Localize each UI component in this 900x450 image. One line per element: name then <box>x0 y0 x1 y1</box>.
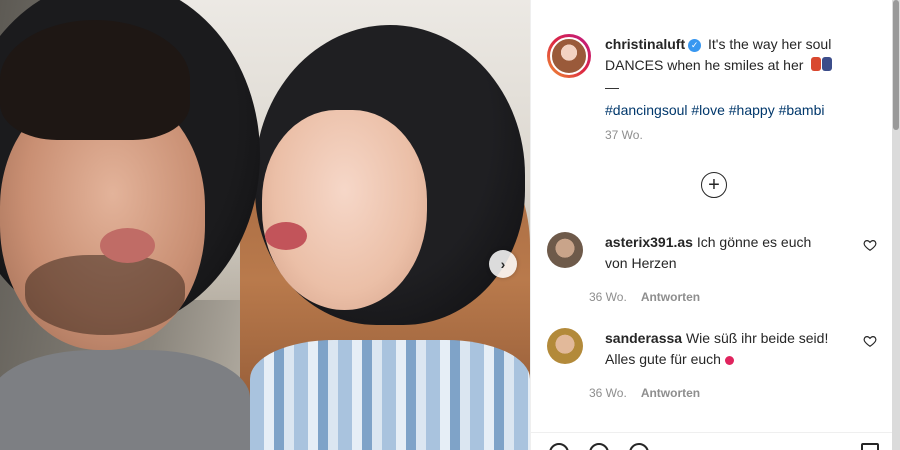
caption-text: christinaluft ✓ It's the way her soul DAN… <box>605 34 833 121</box>
load-more-comments-button[interactable]: + <box>701 172 727 198</box>
comment-username[interactable]: asterix391.as <box>605 234 693 250</box>
author-username[interactable]: christinaluft <box>605 36 685 52</box>
man-lips <box>100 228 155 263</box>
plus-circle-icon: + <box>708 174 720 196</box>
comment-body: sanderassa Wie süß ihr beide seid! Alles… <box>605 328 835 371</box>
comment-item: sanderassa Wie süß ihr beide seid! Alles… <box>547 328 877 371</box>
comment-icon[interactable] <box>589 443 609 450</box>
heart-emoji-icon <box>724 350 735 371</box>
scrollbar[interactable] <box>892 0 900 450</box>
caption-dash: — <box>605 78 619 95</box>
commenter-avatar[interactable] <box>547 328 583 364</box>
heart-outline-icon[interactable] <box>863 238 877 252</box>
author-avatar-image <box>550 37 588 75</box>
reply-button[interactable]: Antworten <box>641 386 700 400</box>
chevron-right-icon: › <box>500 256 506 272</box>
scrollbar-thumb[interactable] <box>893 0 899 130</box>
comment-timestamp: 36 Wo. <box>589 386 627 400</box>
woman-shirt <box>250 340 530 450</box>
comment-item: asterix391.as Ich gönne es euch von Herz… <box>547 232 877 274</box>
commenter-avatar[interactable] <box>547 232 583 268</box>
woman-lips <box>265 222 307 250</box>
heart-outline-icon[interactable] <box>863 334 877 348</box>
comment-meta: 36 Wo. Antworten <box>589 290 700 304</box>
post-caption: christinaluft ✓ It's the way her soul DAN… <box>547 34 867 121</box>
comment-body: asterix391.as Ich gönne es euch von Herz… <box>605 232 835 274</box>
comment-username[interactable]: sanderassa <box>605 330 682 346</box>
post-detail-panel: christinaluft ✓ It's the way her soul DAN… <box>530 0 900 450</box>
verified-badge-icon: ✓ <box>688 38 702 52</box>
heart-icon[interactable] <box>549 443 569 450</box>
share-icon[interactable] <box>629 443 649 450</box>
author-avatar[interactable] <box>547 34 591 78</box>
caption-timestamp: 37 Wo. <box>605 128 643 142</box>
man-beard <box>25 255 185 335</box>
man-hair <box>0 20 190 140</box>
caption-line2: DANCES when he smiles at her <box>605 57 804 73</box>
reply-button[interactable]: Antworten <box>641 290 700 304</box>
post-photo: › <box>0 0 530 450</box>
next-photo-button[interactable]: › <box>489 250 517 278</box>
woman-face <box>262 110 427 310</box>
comment-meta: 36 Wo. Antworten <box>589 386 700 400</box>
bookmark-icon[interactable] <box>861 443 879 450</box>
comment-timestamp: 36 Wo. <box>589 290 627 304</box>
dancer-couple-emoji-icon <box>811 56 833 77</box>
caption-hashtags[interactable]: #dancingsoul #love #happy #bambi <box>605 100 833 121</box>
man-shirt <box>0 350 250 450</box>
caption-line1: It's the way her soul <box>708 36 832 52</box>
post-action-bar <box>531 432 893 450</box>
